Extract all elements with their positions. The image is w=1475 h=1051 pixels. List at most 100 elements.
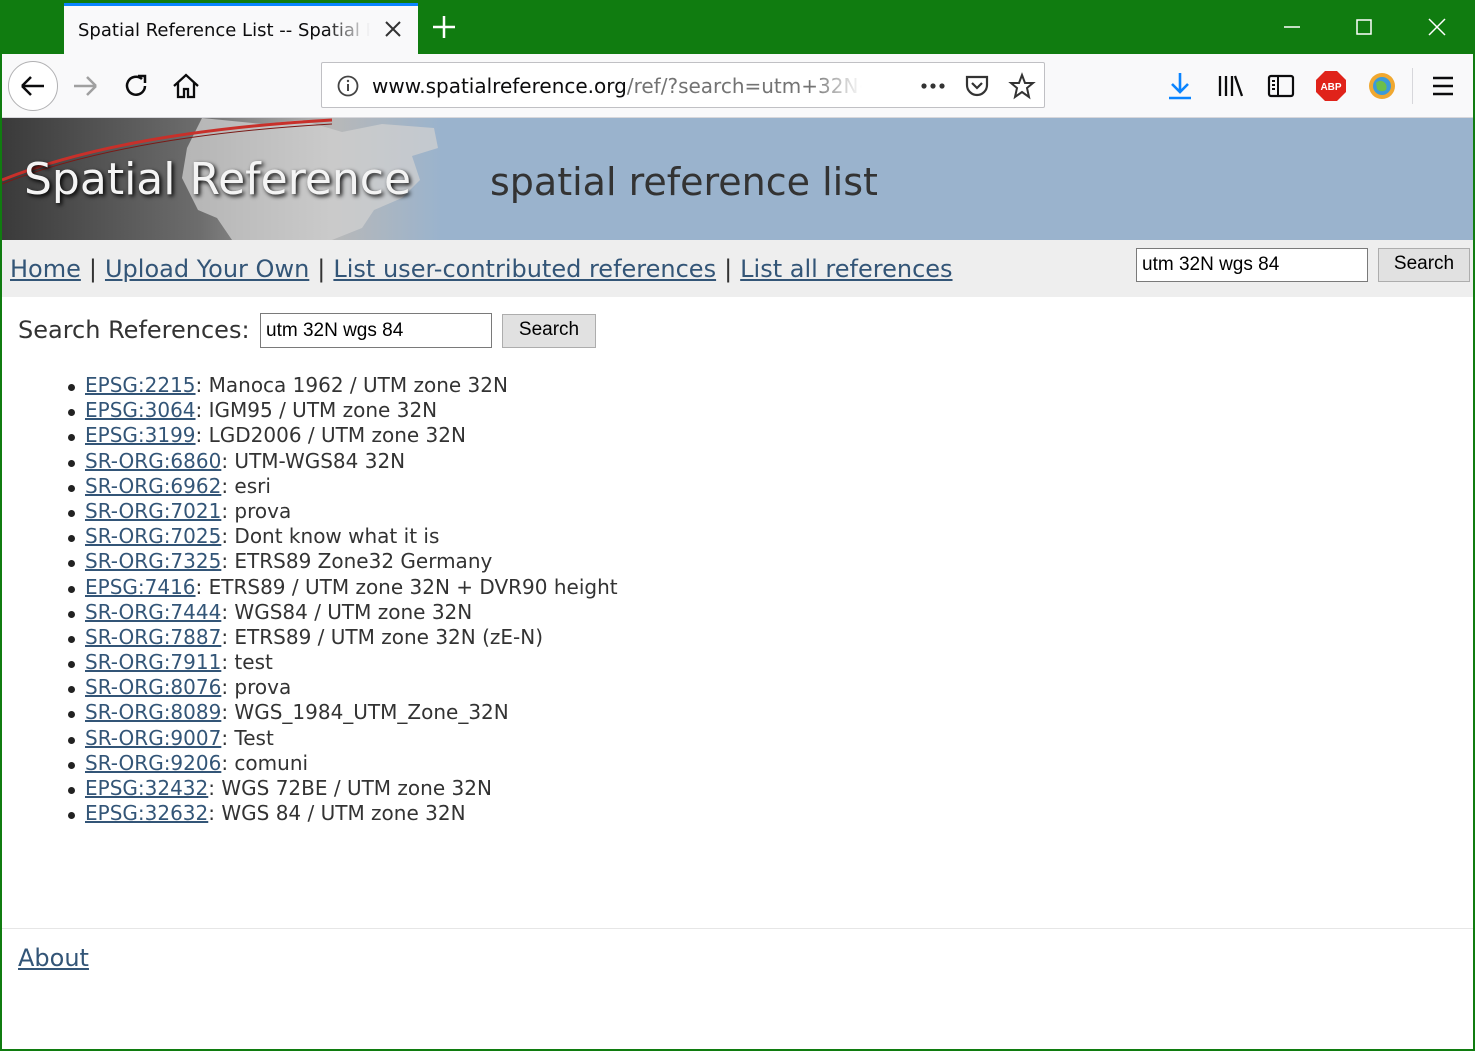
footer-divider: [2, 928, 1473, 929]
home-icon[interactable]: [168, 68, 204, 104]
list-item: SR-ORG:7025: Dont know what it is: [62, 524, 618, 549]
library-icon[interactable]: [1213, 68, 1249, 104]
user-references-link[interactable]: List user-contributed references: [333, 255, 716, 283]
bullet-icon: [68, 585, 75, 593]
search-input[interactable]: [260, 313, 492, 348]
reference-name: : Dont know what it is: [221, 524, 440, 549]
reference-name: : LGD2006 / UTM zone 32N: [195, 423, 466, 448]
search-label: Search References:: [18, 316, 250, 344]
reference-code-link[interactable]: SR-ORG:9206: [85, 751, 221, 775]
navigation-toolbar: www.spatialreference.org/ref/?search=utm…: [0, 54, 1475, 118]
bullet-icon: [68, 509, 75, 517]
close-tab-icon[interactable]: [382, 18, 404, 40]
bullet-icon: [68, 484, 75, 492]
reference-code-link[interactable]: SR-ORG:7021: [85, 499, 221, 523]
menu-separator: |: [88, 255, 97, 283]
info-icon[interactable]: [336, 74, 360, 98]
reference-name: : WGS84 / UTM zone 32N: [221, 599, 473, 624]
reference-code-link[interactable]: EPSG:7416: [85, 575, 196, 599]
bullet-icon: [68, 535, 75, 543]
site-logo[interactable]: Spatial Reference: [2, 118, 442, 240]
reference-name: : prova: [221, 675, 292, 700]
results-list: EPSG:2215: Manoca 1962 / UTM zone 32N EPS…: [62, 373, 618, 826]
list-item: SR-ORG:7021: prova: [62, 499, 618, 524]
reference-code-link[interactable]: SR-ORG:8076: [85, 675, 221, 699]
reference-name: : esri: [221, 473, 271, 498]
page-title: spatial reference list: [490, 160, 878, 204]
browser-tab[interactable]: Spatial Reference List -- Spatial Refere…: [64, 3, 418, 54]
reference-code-link[interactable]: EPSG:3199: [85, 423, 196, 447]
download-icon[interactable]: [1162, 68, 1198, 104]
header-search-button[interactable]: Search: [1378, 248, 1470, 282]
bullet-icon: [68, 409, 75, 417]
list-item: SR-ORG:6962: esri: [62, 474, 618, 499]
bullet-icon: [68, 812, 75, 820]
bullet-icon: [68, 635, 75, 643]
tab-title: Spatial Reference List -- Spatial Refere…: [78, 20, 370, 41]
about-link[interactable]: About: [18, 944, 89, 972]
close-window-icon[interactable]: [1417, 10, 1457, 44]
reference-code-link[interactable]: SR-ORG:6962: [85, 474, 221, 498]
reference-name: : UTM-WGS84 32N: [221, 448, 406, 473]
list-item: SR-ORG:6860: UTM-WGS84 32N: [62, 449, 618, 474]
list-item: SR-ORG:7325: ETRS89 Zone32 Germany: [62, 549, 618, 574]
url-text[interactable]: www.spatialreference.org/ref/?search=utm…: [372, 74, 862, 98]
reference-code-link[interactable]: SR-ORG:7025: [85, 524, 221, 548]
home-link[interactable]: Home: [10, 255, 81, 283]
site-menu: Home | Upload Your Own | List user-contribut…: [2, 240, 1473, 297]
reference-name: : IGM95 / UTM zone 32N: [195, 398, 438, 423]
reference-name: : WGS 72BE / UTM zone 32N: [208, 776, 492, 800]
page-actions-icon[interactable]: [919, 76, 949, 96]
reference-code-link[interactable]: SR-ORG:7911: [85, 650, 221, 674]
search-button[interactable]: Search: [502, 314, 596, 348]
minimize-icon[interactable]: [1272, 10, 1312, 44]
bullet-icon: [68, 384, 75, 391]
back-button[interactable]: [8, 61, 58, 111]
back-arrow-icon: [21, 76, 44, 96]
reference-name: : WGS 84 / UTM zone 32N: [208, 801, 466, 826]
bookmark-star-icon[interactable]: [1008, 72, 1036, 100]
reference-code-link[interactable]: SR-ORG:7325: [85, 549, 221, 573]
reference-name: : ETRS89 / UTM zone 32N (zE-N): [221, 624, 543, 649]
reference-name: : ETRS89 / UTM zone 32N + DVR90 height: [195, 574, 618, 599]
address-bar[interactable]: www.spatialreference.org/ref/?search=utm…: [321, 62, 1045, 108]
hamburger-menu-icon[interactable]: [1425, 68, 1461, 104]
reference-name: : Test: [221, 725, 274, 750]
menu-links: Home | Upload Your Own | List user-contribut…: [10, 255, 953, 283]
sidebar-icon[interactable]: [1263, 68, 1299, 104]
site-banner: Spatial Reference spatial reference list: [2, 118, 1473, 240]
reference-code-link[interactable]: EPSG:32432: [85, 776, 208, 800]
adblock-icon[interactable]: ABP: [1313, 68, 1349, 104]
bullet-icon: [68, 761, 75, 769]
reload-icon[interactable]: [118, 68, 154, 104]
header-search-input[interactable]: [1136, 248, 1368, 282]
reference-code-link[interactable]: EPSG:2215: [85, 373, 196, 397]
svg-text:ABP: ABP: [1320, 82, 1341, 93]
reference-code-link[interactable]: EPSG:32632: [85, 801, 208, 825]
menu-separator: |: [724, 255, 733, 283]
reference-code-link[interactable]: SR-ORG:6860: [85, 449, 221, 473]
maximize-icon[interactable]: [1344, 10, 1384, 44]
upload-link[interactable]: Upload Your Own: [105, 255, 309, 283]
reference-code-link[interactable]: SR-ORG:7887: [85, 625, 221, 649]
reference-code-link[interactable]: SR-ORG:7444: [85, 600, 221, 624]
list-item: SR-ORG:7911: test: [62, 650, 618, 675]
bullet-icon: [68, 736, 75, 744]
url-path: /ref/?search=utm+32N+wgs+84: [626, 74, 862, 98]
all-references-link[interactable]: List all references: [740, 255, 952, 283]
bullet-icon: [68, 560, 75, 568]
list-item: SR-ORG:9206: comuni: [62, 751, 618, 776]
pocket-icon[interactable]: [963, 72, 991, 100]
list-item: EPSG:7416: ETRS89 / UTM zone 32N + DVR90…: [62, 575, 618, 600]
forward-icon[interactable]: [68, 68, 104, 104]
list-item: SR-ORG:7444: WGS84 / UTM zone 32N: [62, 600, 618, 625]
reference-code-link[interactable]: EPSG:3064: [85, 398, 196, 422]
list-item: EPSG:3064: IGM95 / UTM zone 32N: [62, 398, 618, 423]
reference-code-link[interactable]: SR-ORG:9007: [85, 726, 221, 750]
new-tab-icon[interactable]: [428, 12, 460, 42]
reference-name: : test: [221, 650, 273, 675]
list-item: SR-ORG:7887: ETRS89 / UTM zone 32N (zE-N…: [62, 625, 618, 650]
reference-code-link[interactable]: SR-ORG:8089: [85, 700, 221, 724]
extension-globe-icon[interactable]: [1364, 68, 1400, 104]
reference-name: : prova: [221, 498, 292, 523]
